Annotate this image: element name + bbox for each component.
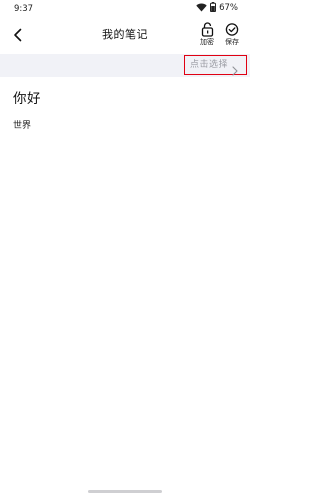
select-label: 点击选择 [190, 60, 229, 70]
save-button[interactable]: 保存 [221, 22, 243, 48]
note-body[interactable]: 世界 [13, 120, 31, 132]
lock-icon [201, 22, 214, 37]
encrypt-button[interactable]: 加密 [196, 22, 218, 48]
battery-percent: 67% [219, 3, 238, 13]
app-header: 我的笔记 加密 保存 [0, 18, 250, 52]
battery-icon [210, 2, 217, 15]
home-indicator [88, 490, 162, 493]
wifi-icon [196, 3, 207, 15]
status-time: 9:37 [14, 4, 34, 14]
save-label: 保存 [225, 38, 239, 46]
encrypt-label: 加密 [200, 38, 214, 46]
chevron-right-icon [231, 61, 239, 76]
check-circle-icon [225, 22, 239, 37]
status-bar: 9:37 67% [0, 0, 250, 18]
status-icons: 67% [196, 2, 238, 15]
select-button[interactable]: 点击选择 [184, 55, 247, 76]
selector-bar: 点击选择 [0, 54, 250, 77]
note-title[interactable]: 你好 [13, 91, 41, 108]
